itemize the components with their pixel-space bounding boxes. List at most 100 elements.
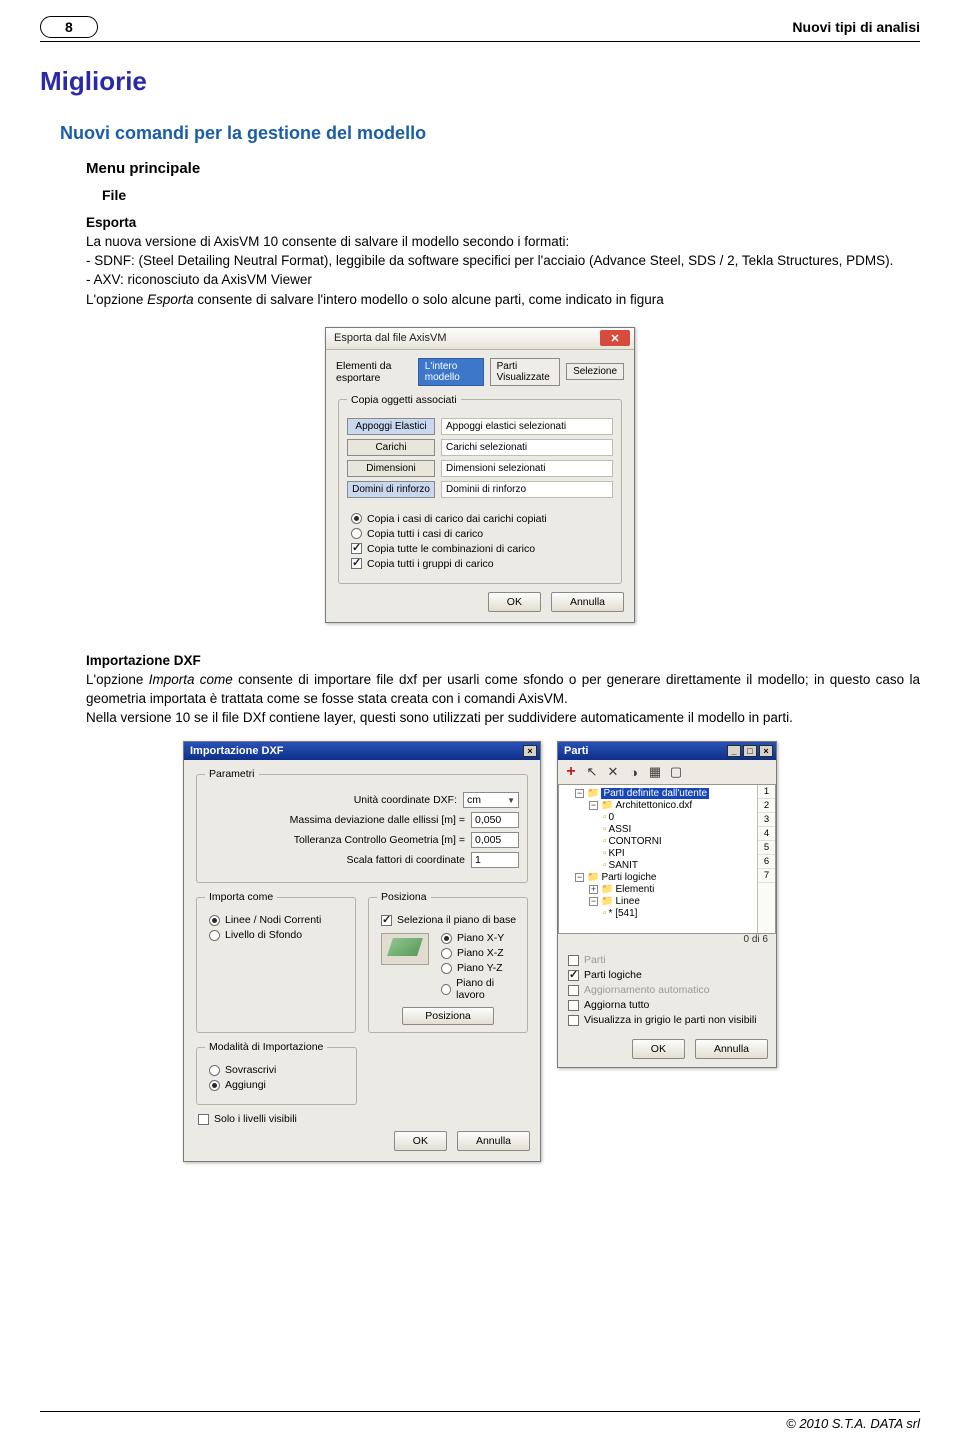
esporta-lead: Esporta <box>86 215 136 230</box>
check-combinazioni[interactable]: Copia tutte le combinazioni di carico <box>351 543 613 555</box>
radio-copia-dai-carichi[interactable]: Copia i casi di carico dai carichi copia… <box>351 513 613 525</box>
radio-icon <box>351 528 362 539</box>
checkbox-icon <box>568 970 579 981</box>
checkbox-icon <box>381 915 392 926</box>
cursor-icon[interactable]: ↖ <box>584 764 600 780</box>
tree-item[interactable]: ASSI <box>609 824 632 835</box>
radio-piano-xz[interactable]: Piano X-Z <box>441 947 519 959</box>
btn-dimensioni[interactable]: Dimensioni <box>347 460 435 477</box>
dialog-dxf-titlebar[interactable]: Importazione DXF × <box>184 742 540 760</box>
tab-parti-visualizzate[interactable]: Parti Visualizzate <box>490 358 560 386</box>
input-scala[interactable]: 1 <box>471 852 519 868</box>
radio-sovrascrivi[interactable]: Sovrascrivi <box>209 1064 348 1076</box>
ok-button[interactable]: OK <box>632 1039 685 1059</box>
cancel-button[interactable]: Annulla <box>695 1039 768 1059</box>
legend-posiziona: Posiziona <box>377 891 431 903</box>
tree-item[interactable]: SANIT <box>609 860 638 871</box>
page-number: 8 <box>40 16 98 38</box>
btn-appoggi-elastici[interactable]: Appoggi Elastici <box>347 418 435 435</box>
parti-count: 0 di 6 <box>558 934 776 947</box>
heading-file: File <box>102 187 920 203</box>
dialog-parti: Parti _ □ × + ↖ ✕ ◑ ▦ ▢ −📁Parti definite… <box>557 741 777 1068</box>
check-piano-base[interactable]: Seleziona il piano di base <box>381 914 519 926</box>
legend-parametri: Parametri <box>205 768 259 780</box>
check-parti-logiche[interactable]: Parti logiche <box>568 969 770 981</box>
radio-icon <box>209 915 220 926</box>
tree-elementi[interactable]: Elementi <box>615 884 654 895</box>
close-icon[interactable]: ✕ <box>600 330 630 346</box>
tab-intero-modello[interactable]: L'intero modello <box>418 358 484 386</box>
new-icon[interactable]: ▦ <box>647 764 663 780</box>
heading-comandi: Nuovi comandi per la gestione del modell… <box>60 123 920 144</box>
add-icon[interactable]: + <box>563 764 579 780</box>
radio-copia-tutti-casi[interactable]: Copia tutti i casi di carico <box>351 528 613 540</box>
delete-icon[interactable]: ✕ <box>605 764 621 780</box>
checkbox-icon <box>351 543 362 554</box>
square-icon[interactable]: ▢ <box>668 764 684 780</box>
radio-icon <box>441 963 452 974</box>
parti-tree[interactable]: −📁Parti definite dall'utente −📁Architett… <box>558 784 776 934</box>
btn-domini-rinforzo[interactable]: Domini di rinforzo <box>347 481 435 498</box>
ok-button[interactable]: OK <box>394 1131 447 1151</box>
check-livelli-visibili[interactable]: Solo i livelli visibili <box>198 1113 530 1125</box>
radio-livello-sfondo[interactable]: Livello di Sfondo <box>209 929 347 941</box>
minimize-icon[interactable]: _ <box>727 745 741 757</box>
check-aggiornamento-auto: Aggiornamento automatico <box>568 984 770 996</box>
tree-linee[interactable]: Linee <box>615 896 639 907</box>
close-icon[interactable]: × <box>523 745 537 757</box>
lbl-tolleranza: Tolleranza Controllo Geometria [m] = <box>205 834 465 846</box>
radio-icon <box>209 1080 220 1091</box>
checkbox-icon <box>568 955 579 966</box>
maximize-icon[interactable]: □ <box>743 745 757 757</box>
chevron-down-icon: ▼ <box>507 796 515 805</box>
dialog-parti-titlebar[interactable]: Parti _ □ × <box>558 742 776 760</box>
input-deviazione[interactable]: 0,050 <box>471 812 519 828</box>
check-gruppi[interactable]: Copia tutti i gruppi di carico <box>351 558 613 570</box>
btn-carichi[interactable]: Carichi <box>347 439 435 456</box>
ok-button[interactable]: OK <box>488 592 541 612</box>
radio-piano-lavoro[interactable]: Piano di lavoro <box>441 977 519 1001</box>
txt-domini: Dominii di rinforzo <box>441 481 613 498</box>
checkbox-icon <box>568 1000 579 1011</box>
radio-linee-nodi[interactable]: Linee / Nodi Correnti <box>209 914 347 926</box>
tab-selezione[interactable]: Selezione <box>566 363 624 380</box>
check-visualizza-grigio[interactable]: Visualizza in grigio le parti non visibi… <box>568 1014 770 1026</box>
dialog-importazione-dxf: Importazione DXF × Parametri Unità coord… <box>183 741 541 1162</box>
esporta-text-2b: consente di salvare l'intero modello o s… <box>194 292 664 307</box>
esporta-li-axv: - AXV: riconosciuto da AxisVM Viewer <box>86 272 312 287</box>
posiziona-button[interactable]: Posiziona <box>402 1007 494 1025</box>
cancel-button[interactable]: Annulla <box>551 592 624 612</box>
tree-item[interactable]: KPI <box>609 848 625 859</box>
legend-modalita: Modalità di Importazione <box>205 1041 327 1053</box>
cancel-button[interactable]: Annulla <box>457 1131 530 1151</box>
close-icon[interactable]: × <box>759 745 773 757</box>
radio-piano-xy[interactable]: Piano X-Y <box>441 932 519 944</box>
lbl-unit: Unità coordinate DXF: <box>205 794 457 806</box>
legend-importa-come: Importa come <box>205 891 277 903</box>
check-aggiorna-tutto[interactable]: Aggiorna tutto <box>568 999 770 1011</box>
heading-menu-principale: Menu principale <box>86 160 920 177</box>
radio-icon <box>209 930 220 941</box>
tree-item[interactable]: CONTORNI <box>609 836 662 847</box>
tree-item[interactable]: Architettonico.dxf <box>615 800 692 811</box>
tree-root[interactable]: Parti definite dall'utente <box>601 788 709 799</box>
radio-aggiungi[interactable]: Aggiungi <box>209 1079 348 1091</box>
dropdown-unit[interactable]: cm ▼ <box>463 792 519 808</box>
intersect-icon[interactable]: ◑ <box>626 764 642 780</box>
checkbox-icon <box>351 558 362 569</box>
import-lead: Importazione DXF <box>86 653 201 668</box>
elems-label: Elementi da esportare <box>336 360 412 384</box>
dialog-esporta-titlebar[interactable]: Esporta dal file AxisVM ✕ <box>326 328 634 350</box>
tree-parti-logiche[interactable]: Parti logiche <box>601 872 656 883</box>
dialog-esporta-title: Esporta dal file AxisVM <box>334 332 447 344</box>
radio-piano-yz[interactable]: Piano Y-Z <box>441 962 519 974</box>
esporta-text-1: La nuova versione di AxisVM 10 consente … <box>86 234 569 249</box>
checkbox-icon <box>568 1015 579 1026</box>
radio-icon <box>351 513 362 524</box>
tree-leaf[interactable]: * [541] <box>609 908 638 919</box>
radio-icon <box>441 948 452 959</box>
txt-carichi: Carichi selezionati <box>441 439 613 456</box>
input-tolleranza[interactable]: 0,005 <box>471 832 519 848</box>
tree-item[interactable]: 0 <box>609 812 615 823</box>
dialog-parti-title: Parti <box>564 745 588 757</box>
